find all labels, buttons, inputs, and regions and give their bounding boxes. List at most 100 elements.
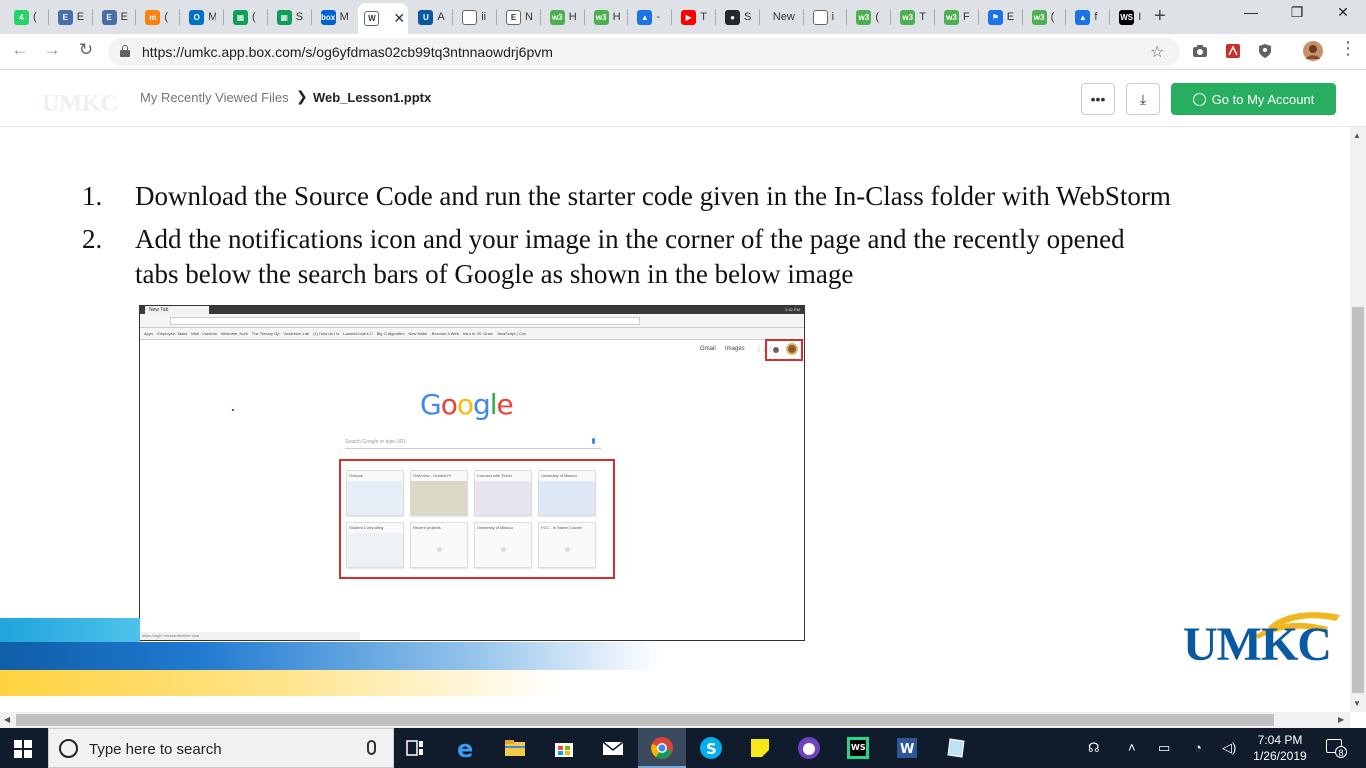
browser-tab[interactable]: ▦ S (271, 5, 307, 29)
mail-icon[interactable] (601, 736, 625, 760)
new-tab-button[interactable]: + (1154, 5, 1166, 28)
mini-address-bar (140, 314, 804, 328)
scroll-left-icon[interactable]: ◀ (4, 715, 10, 724)
step-text-line-2: tabs below the search bars of Google as … (135, 259, 854, 289)
tab-label: E (1006, 11, 1015, 23)
browser-tab[interactable]: i (807, 5, 843, 29)
recent-tab-thumbnail (347, 533, 403, 567)
forward-icon[interactable]: → (40, 40, 64, 60)
browser-tab[interactable]: w3( (1026, 5, 1062, 29)
go-to-account-button[interactable]: Go to My Account (1171, 83, 1336, 115)
recent-tab-tile: Student Computing (346, 522, 404, 568)
microphone-icon[interactable] (367, 740, 376, 755)
scroll-right-icon[interactable]: ▶ (1338, 715, 1344, 724)
browser-tab[interactable]: ▦( (227, 5, 263, 29)
scroll-down-icon[interactable]: ▼ (1353, 699, 1361, 708)
volume-icon[interactable]: ◁) (1222, 740, 1236, 756)
windows-taskbar: Type here to search e S WS W ☊ ˄ ▭ ◔ ◁) … (0, 728, 1366, 768)
browser-tab[interactable]: ▲ - (631, 5, 667, 29)
profile-avatar-icon[interactable] (1303, 41, 1323, 61)
back-icon[interactable]: ← (8, 40, 32, 60)
close-tab-icon[interactable]: ✕ (393, 10, 405, 27)
placeholder-dot-icon (437, 547, 442, 552)
browser-tab[interactable]: box M (315, 5, 351, 29)
document-icon (462, 9, 478, 25)
people-icon[interactable]: ☊ (1088, 740, 1100, 756)
browser-tab[interactable]: w3 T (894, 5, 930, 29)
show-hidden-icons-icon[interactable]: ˄ (1128, 740, 1136, 755)
browser-tab[interactable]: 4( (8, 5, 44, 29)
system-clock[interactable]: 7:04 PM 1/26/2019 (1250, 732, 1310, 764)
browser-tab[interactable]: EN (500, 5, 536, 29)
e-icon: E (506, 9, 521, 25)
browser-tab[interactable]: New (763, 5, 799, 29)
taskbar-search-box[interactable]: Type here to search (48, 728, 394, 768)
close-window-icon[interactable]: ✕ (1320, 4, 1366, 21)
browser-tab[interactable]: UA (412, 5, 448, 29)
file-explorer-icon[interactable] (503, 736, 527, 760)
notepad-icon[interactable] (944, 736, 968, 760)
notification-count: 8 (1335, 746, 1347, 758)
mini-bookmark: Employee: Tasks (157, 331, 188, 336)
browser-tab[interactable]: OM (183, 5, 219, 29)
edge-icon[interactable]: e (455, 736, 479, 760)
minimize-icon[interactable]: — (1228, 4, 1274, 20)
skype-icon[interactable]: S (699, 736, 723, 760)
browser-tab[interactable]: m( (139, 5, 175, 29)
recent-tab-title: Overview - Guided Pr (413, 473, 452, 478)
browser-tab[interactable]: w3( (850, 5, 886, 29)
reload-icon[interactable]: ↻ (74, 40, 98, 60)
recent-tab-thumbnail (539, 481, 595, 515)
horizontal-scroll-thumb[interactable] (16, 714, 1274, 726)
menu-kebab-icon[interactable]: ⋮ (1336, 38, 1360, 59)
horizontal-scrollbar[interactable]: ◀ ▶ (0, 712, 1350, 728)
step-number: 2. (82, 224, 103, 254)
scroll-up-icon[interactable]: ▲ (1353, 131, 1361, 140)
mini-bookmark: Big O Algorithm (376, 331, 405, 336)
breadcrumb-parent[interactable]: My Recently Viewed Files (140, 90, 289, 105)
tab-label: ( (164, 11, 169, 23)
browser-tab[interactable]: EE (96, 5, 132, 29)
browser-tab[interactable]: ▶ T (675, 5, 711, 29)
more-options-button[interactable]: ••• (1081, 83, 1115, 115)
umkc-header-logo[interactable]: UMKC (42, 91, 118, 118)
browser-tab[interactable]: w3 H (588, 5, 624, 29)
browser-tab[interactable]: EE (52, 5, 88, 29)
browser-tab[interactable]: WWeb_Lesson1.pptx✕ (358, 3, 409, 34)
webstorm-icon[interactable]: WS (846, 736, 870, 760)
browser-tab[interactable]: ii (456, 5, 492, 29)
url-text[interactable]: https://umkc.app.box.com/s/og6yfdmas02cb… (142, 44, 553, 60)
vertical-scroll-thumb[interactable] (1352, 307, 1364, 693)
restore-icon[interactable]: ❐ (1274, 4, 1320, 21)
word-icon[interactable]: W (895, 736, 919, 760)
camera-icon[interactable] (1192, 43, 1208, 59)
whatsapp-icon: 4 (14, 9, 29, 25)
github-desktop-icon[interactable] (797, 736, 821, 760)
address-bar[interactable]: https://umkc.app.box.com/s/og6yfdmas02cb… (108, 38, 1180, 66)
bookmark-star-icon[interactable]: ☆ (1150, 42, 1164, 62)
browser-tab[interactable]: w3 H (544, 5, 580, 29)
svg-text:S: S (706, 740, 717, 758)
chrome-icon[interactable] (650, 736, 674, 760)
mini-gmail-link: Gmail (700, 346, 716, 352)
pdf-icon[interactable] (1225, 43, 1241, 59)
store-icon[interactable] (552, 736, 576, 760)
wifi-icon[interactable]: ◔ (1194, 740, 1202, 755)
download-button[interactable]: ⤓ (1126, 83, 1160, 115)
browser-tab[interactable]: WS I (1113, 5, 1149, 29)
sticky-notes-icon[interactable] (748, 736, 772, 760)
browser-tab[interactable]: w3 F (938, 5, 974, 29)
w-icon: W (364, 11, 380, 26)
task-view-icon[interactable] (404, 736, 428, 760)
browser-tab[interactable]: ● S (719, 5, 755, 29)
browser-tab[interactable]: ▲ f (1069, 5, 1105, 29)
shield-icon[interactable] (1257, 43, 1273, 59)
tab-label: f (1094, 11, 1098, 23)
tab-separator (539, 9, 541, 25)
battery-icon[interactable]: ▭ (1158, 740, 1170, 756)
browser-tab[interactable]: ⚑ E (982, 5, 1018, 29)
windows-start-icon[interactable] (14, 740, 32, 758)
vertical-scrollbar[interactable]: ▲ ▼ (1350, 127, 1366, 712)
action-center-icon[interactable]: 8 (1326, 739, 1347, 758)
tab-separator (758, 9, 760, 25)
